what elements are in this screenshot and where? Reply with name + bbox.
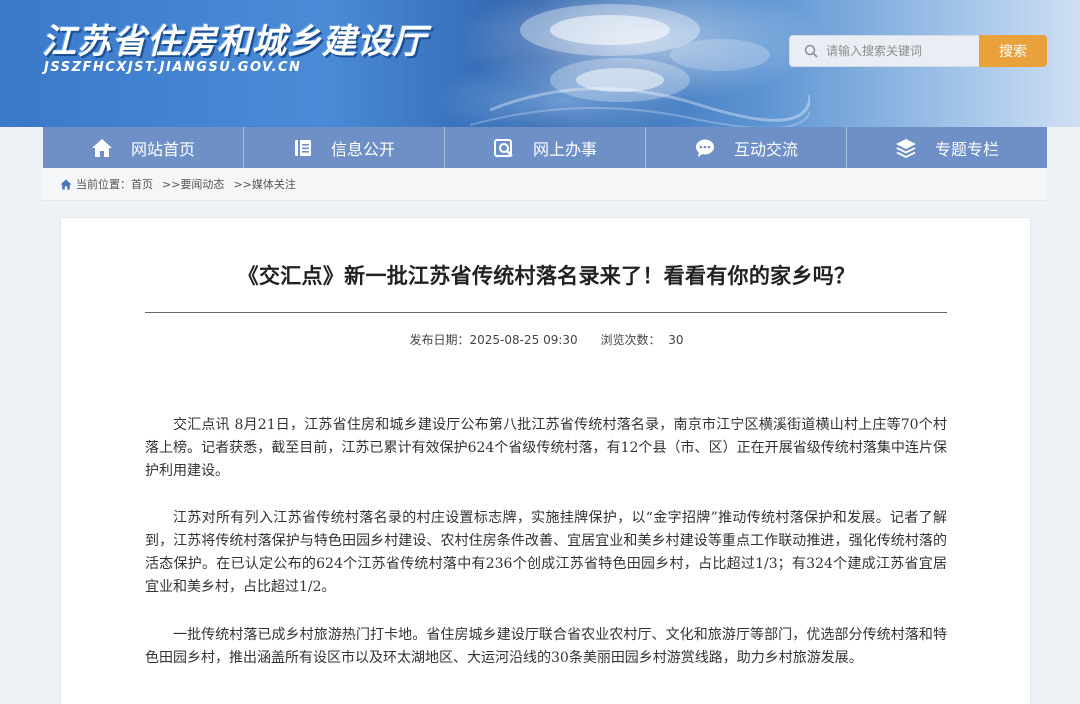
main-nav: 网站首页 信息公开 网上办事 互动交流 专题专栏	[43, 127, 1047, 168]
site-title[interactable]: 江苏省住房和城乡建设厅	[42, 14, 427, 63]
layers-icon	[895, 138, 916, 158]
breadcrumb-news-link[interactable]: >>要闻动态	[162, 176, 224, 192]
search-input[interactable]	[826, 44, 966, 58]
nav-item-info[interactable]: 信息公开	[244, 127, 445, 168]
nav-item-label: 互动交流	[733, 139, 798, 159]
header-banner: 江苏省住房和城乡建设厅 JSSZFHCXJST.JIANGSU.GOV.CN 搜…	[0, 0, 1080, 127]
stadium-illustration	[470, 4, 810, 127]
article-meta: 发布日期：2025-08-25 09:30 浏览次数： 30	[61, 331, 1032, 348]
online-service-icon	[493, 138, 513, 157]
view-count-label: 浏览次数：	[600, 333, 661, 347]
publish-date: 2025-08-25 09:30	[469, 333, 578, 347]
nav-item-interaction[interactable]: 互动交流	[646, 127, 847, 168]
document-icon	[294, 139, 311, 156]
view-count: 30	[668, 333, 684, 347]
article-panel: 《交汇点》新一批江苏省传统村落名录来了！看看有你的家乡吗？ 发布日期：2025-…	[60, 217, 1031, 704]
home-icon	[91, 138, 112, 157]
chat-icon	[695, 139, 714, 157]
nav-item-special-topics[interactable]: 专题专栏	[847, 127, 1047, 168]
nav-item-label: 网站首页	[130, 139, 195, 159]
nav-item-label: 信息公开	[330, 139, 395, 159]
breadcrumb-prefix: 当前位置：	[76, 178, 131, 191]
site-domain: JSSZFHCXJST.JIANGSU.GOV.CN	[44, 60, 302, 75]
search-icon	[804, 44, 818, 58]
breadcrumb-home-link[interactable]: 首页	[131, 176, 153, 192]
article-paragraph: 交汇点讯 8月21日，江苏省住房和城乡建设厅公布第八批江苏省传统村落名录，南京市…	[145, 417, 947, 479]
search-box	[789, 35, 979, 67]
title-divider	[145, 312, 947, 313]
article-paragraph: 一批传统村落已成乡村旅游热门打卡地。省住房城乡建设厅联合省农业农村厅、文化和旅游…	[145, 627, 947, 666]
publish-date-label: 发布日期：	[409, 333, 470, 347]
article-title: 《交汇点》新一批江苏省传统村落名录来了！看看有你的家乡吗？	[237, 264, 856, 288]
home-icon	[60, 179, 72, 189]
nav-item-label: 网上办事	[532, 139, 597, 159]
search-button[interactable]: 搜索	[979, 35, 1047, 67]
nav-item-online-service[interactable]: 网上办事	[445, 127, 646, 168]
nav-item-home[interactable]: 网站首页	[43, 127, 244, 168]
breadcrumb: 当前位置： 首页 >>要闻动态 >>媒体关注	[43, 168, 1047, 201]
breadcrumb-media-link[interactable]: >>媒体关注	[233, 176, 295, 192]
nav-item-label: 专题专栏	[934, 139, 999, 159]
article-paragraph: 江苏对所有列入江苏省传统村落名录的村庄设置标志牌，实施挂牌保护，以“金字招牌”推…	[145, 510, 947, 595]
